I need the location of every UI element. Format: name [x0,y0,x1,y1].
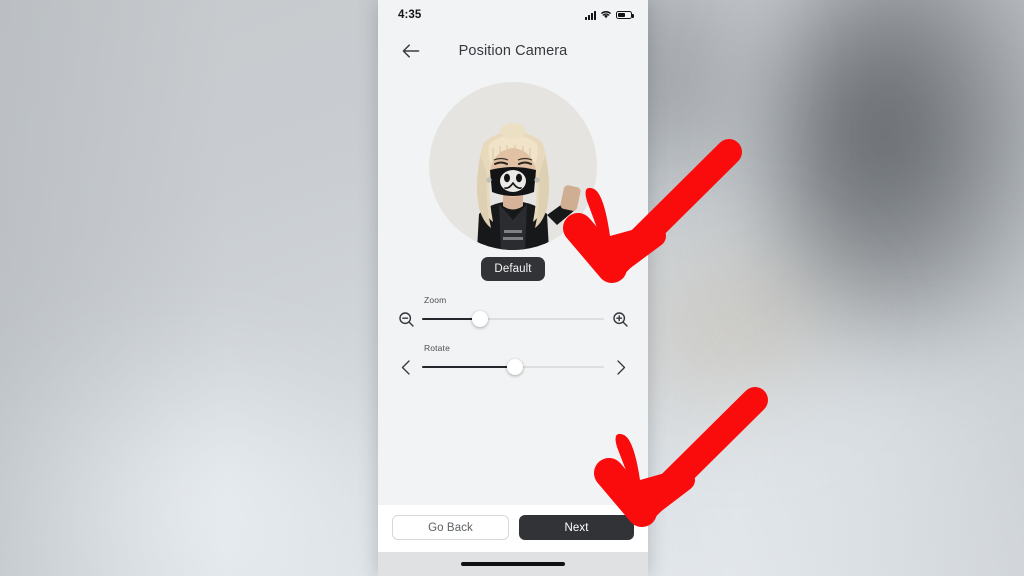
wifi-icon [600,6,612,24]
back-button[interactable] [398,38,424,64]
default-button-row: Default [378,257,648,281]
magnifier-plus-icon[interactable] [610,309,630,329]
battery-icon [616,10,634,20]
app-header: Position Camera [378,30,648,72]
home-indicator-area [378,552,648,576]
go-back-button[interactable]: Go Back [392,515,509,540]
zoom-slider-thumb[interactable] [472,311,489,327]
footer-actions: Go Back Next [378,505,648,552]
rotate-slider[interactable] [422,357,604,377]
camera-controls: Zoom Rotate [378,295,648,379]
chevron-right-icon[interactable] [610,357,630,377]
status-time: 4:35 [398,9,422,21]
home-indicator [461,562,565,566]
default-button[interactable]: Default [481,257,545,281]
status-bar: 4:35 [378,0,648,30]
rotate-slider-row [396,355,630,379]
chevron-left-icon[interactable] [396,357,416,377]
zoom-slider-row [396,307,630,331]
rotate-track-fill [422,365,515,369]
zoom-label: Zoom [424,295,447,305]
rotate-slider-thumb[interactable] [506,359,523,375]
rotate-label: Rotate [424,343,450,353]
arrow-left-icon [402,44,420,58]
phone-screen: 4:35 Position Camera Default Zoom Rotate… [378,0,648,576]
next-button[interactable]: Next [519,515,634,540]
status-icons [585,6,634,24]
magnifier-minus-icon[interactable] [396,309,416,329]
avatar[interactable] [429,82,597,250]
avatar-section [378,82,648,250]
avatar-illustration [476,123,581,250]
zoom-slider[interactable] [422,309,604,329]
signal-icon [585,10,596,20]
